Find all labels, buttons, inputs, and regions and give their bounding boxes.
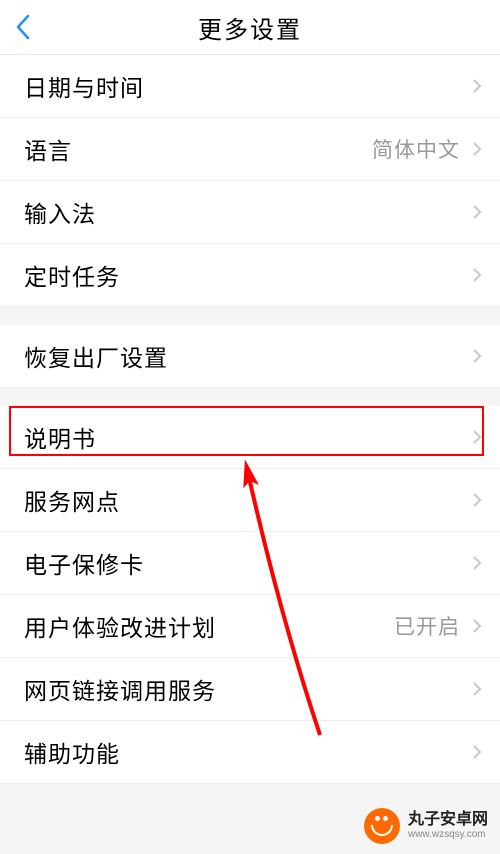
item-label: 网页链接调用服务: [24, 672, 216, 706]
item-accessibility[interactable]: 辅助功能: [0, 721, 500, 784]
item-label: 说明书: [24, 420, 96, 454]
item-ime[interactable]: 输入法: [0, 181, 500, 244]
chevron-right-icon: [472, 78, 482, 94]
item-manual[interactable]: 说明书: [0, 406, 500, 469]
item-right: [472, 492, 482, 508]
item-value: 已开启: [394, 611, 460, 641]
chevron-right-icon: [472, 429, 482, 445]
chevron-right-icon: [472, 555, 482, 571]
chevron-left-icon: [15, 14, 31, 40]
chevron-right-icon: [472, 267, 482, 283]
chevron-right-icon: [472, 681, 482, 697]
item-service-points[interactable]: 服务网点: [0, 469, 500, 532]
item-scheduled[interactable]: 定时任务: [0, 244, 500, 307]
item-right: [472, 681, 482, 697]
chevron-right-icon: [472, 492, 482, 508]
item-right: [472, 348, 482, 364]
item-label: 日期与时间: [24, 69, 144, 103]
item-label: 电子保修卡: [24, 546, 144, 580]
watermark-text: 丸子安卓网 www.wzsqsy.com: [408, 811, 488, 841]
item-uip[interactable]: 用户体验改进计划 已开启: [0, 595, 500, 658]
chevron-right-icon: [472, 618, 482, 634]
item-right: [472, 429, 482, 445]
item-right: 简体中文: [372, 134, 482, 164]
item-right: [472, 267, 482, 283]
item-right: [472, 555, 482, 571]
item-right: [472, 744, 482, 760]
item-label: 辅助功能: [24, 735, 120, 769]
item-weblink[interactable]: 网页链接调用服务: [0, 658, 500, 721]
page-title: 更多设置: [198, 10, 302, 45]
chevron-right-icon: [472, 141, 482, 157]
item-value: 简体中文: [372, 134, 460, 164]
watermark-logo-icon: [364, 808, 400, 844]
item-factory-reset[interactable]: 恢复出厂设置: [0, 325, 500, 388]
item-warranty[interactable]: 电子保修卡: [0, 532, 500, 595]
chevron-right-icon: [472, 744, 482, 760]
chevron-right-icon: [472, 348, 482, 364]
watermark-url: www.wzsqsy.com: [408, 829, 488, 841]
group-divider: [0, 307, 500, 325]
settings-list: 日期与时间 语言 简体中文 输入法 定时任务 恢复出厂设置 说明书: [0, 55, 500, 784]
back-button[interactable]: [15, 14, 31, 40]
item-label: 定时任务: [24, 258, 120, 292]
header: 更多设置: [0, 0, 500, 55]
item-label: 输入法: [24, 195, 96, 229]
item-label: 服务网点: [24, 483, 120, 517]
item-language[interactable]: 语言 简体中文: [0, 118, 500, 181]
item-datetime[interactable]: 日期与时间: [0, 55, 500, 118]
watermark-title: 丸子安卓网: [408, 811, 488, 829]
item-label: 恢复出厂设置: [24, 339, 168, 373]
watermark: 丸子安卓网 www.wzsqsy.com: [364, 808, 488, 844]
item-label: 用户体验改进计划: [24, 609, 216, 643]
group-divider: [0, 388, 500, 406]
item-right: [472, 78, 482, 94]
item-label: 语言: [24, 132, 72, 166]
item-right: [472, 204, 482, 220]
chevron-right-icon: [472, 204, 482, 220]
item-right: 已开启: [394, 611, 482, 641]
